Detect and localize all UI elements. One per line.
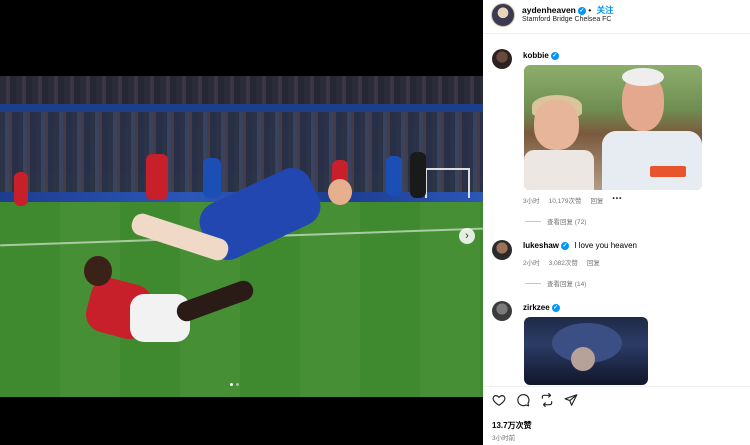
carousel-dot-1 [230,383,233,386]
referee [410,152,426,198]
carousel-dot-2 [236,383,239,386]
post-media: › [0,0,483,445]
player-red-bg-1 [146,154,168,200]
player-red-bg-2 [14,172,28,206]
commenter-username[interactable]: zirkzee ✓ [523,303,560,312]
post-header: aydenheaven ✓ • 关注 Stamford Bridge Chelse… [483,0,750,34]
separator-dot: • [588,5,592,15]
replies-dash [525,220,541,222]
post-actions [492,393,578,410]
stand-banner [0,104,483,112]
player-blue-bg-1 [203,158,221,198]
goal [425,168,470,198]
comment-likes[interactable]: 3,082次赞 [549,257,578,267]
repost-icon[interactable] [540,393,554,410]
replies-dash [525,282,541,284]
player-blue-bg-2 [386,156,402,196]
carousel-dots [230,383,239,386]
comment-gif[interactable] [524,65,702,190]
comment-meta: 2小时 3,082次赞 回复 [523,257,600,267]
view-replies-button[interactable]: 查看回复 (72) [525,216,586,226]
next-slide-button[interactable]: › [459,228,475,244]
commenter-avatar[interactable] [492,240,512,260]
verified-badge-icon: ✓ [550,51,559,60]
verified-badge-icon: ✓ [577,6,586,15]
comment-meta: 3小时 10,179次赞 回复 ••• [523,195,622,205]
more-options-icon[interactable]: ••• [613,195,623,205]
commenter-username[interactable]: lukeshaw [523,241,559,250]
comment-likes[interactable]: 10,179次赞 [549,195,582,205]
send-icon[interactable] [564,393,578,410]
author-username[interactable]: aydenheaven [522,5,576,15]
post-location[interactable]: Stamford Bridge Chelsea FC [522,16,611,23]
view-replies-button[interactable]: 查看回复 (14) [525,278,586,288]
commenter-avatar[interactable] [492,301,512,321]
post-time: 3小时前 [492,435,516,442]
comment-text: I love you heaven [574,241,637,250]
verified-badge-icon: ✓ [561,241,570,250]
author-line: aydenheaven ✓ • 关注 [522,4,614,16]
comment-time: 3小时 [523,198,540,205]
heart-icon[interactable] [492,393,506,410]
player-red-main-head [84,256,112,286]
verified-badge-icon: ✓ [551,303,560,312]
comment-icon[interactable] [516,393,530,410]
comments-panel: aydenheaven ✓ • 关注 Stamford Bridge Chelse… [483,0,750,445]
post-photo[interactable] [0,76,483,397]
reply-button[interactable]: 回复 [587,257,600,267]
comment-gif[interactable] [524,317,648,385]
follow-button[interactable]: 关注 [597,5,614,15]
player-blue-main-head [328,179,352,205]
commenter-username[interactable]: kobbie ✓ [523,51,559,60]
comment-time: 2小时 [523,260,540,267]
comment-line: lukeshaw ✓ I love you heaven [523,241,637,250]
reply-button[interactable]: 回复 [591,195,604,205]
stadium-stand [0,76,483,104]
post-likes[interactable]: 13.7万次赞 [492,420,532,431]
author-avatar[interactable] [491,3,515,27]
actions-divider [483,386,750,387]
commenter-avatar[interactable] [492,49,512,69]
